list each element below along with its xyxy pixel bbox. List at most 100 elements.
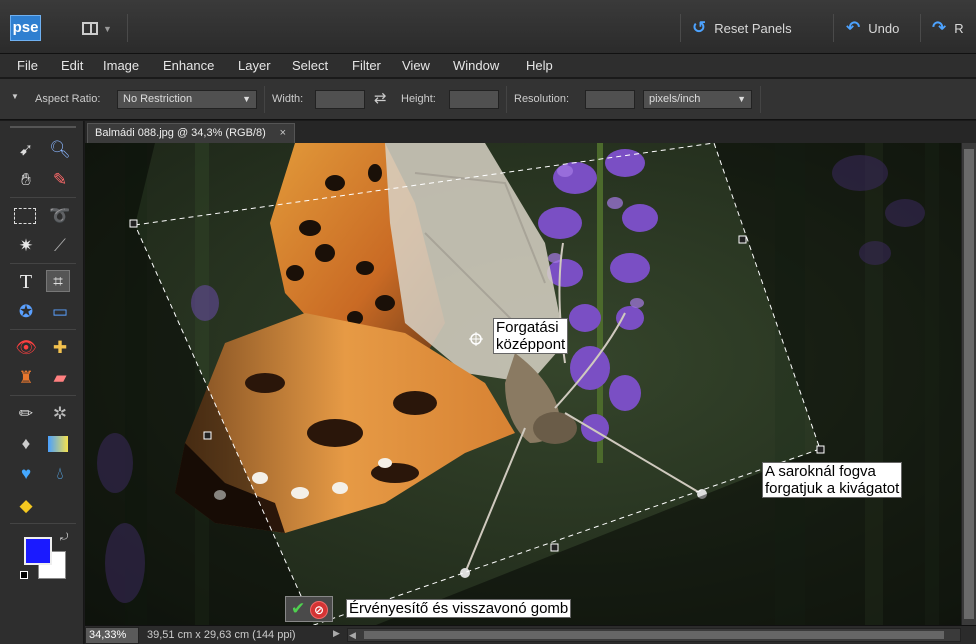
annotation-line: Érvényesítő és visszavonó gomb (349, 600, 569, 617)
annotation-line: A saroknál fogva (765, 463, 876, 480)
divider (264, 86, 265, 113)
divider (506, 86, 507, 113)
move-icon[interactable]: ➹ (14, 139, 38, 161)
divider (10, 395, 76, 396)
menu-window[interactable]: Window (453, 58, 499, 73)
marquee-icon[interactable] (14, 208, 36, 224)
cookie-cutter-icon[interactable]: ✪ (14, 301, 38, 323)
menu-view[interactable]: View (402, 58, 430, 73)
paint-bucket-icon[interactable]: ♦ (14, 433, 38, 455)
document-tab-bar: Balmádi 088.jpg @ 34,3% (RGB/8) × (85, 121, 976, 143)
chevron-down-icon[interactable]: ▼ (103, 24, 112, 34)
menu-enhance[interactable]: Enhance (163, 58, 214, 73)
sponge-icon[interactable]: ◆ (14, 495, 38, 517)
height-label: Height: (401, 93, 436, 105)
options-menu-icon[interactable]: ▼ (11, 92, 19, 101)
hand-icon[interactable]: ✋︎ (14, 169, 38, 191)
status-menu-arrow-icon[interactable]: ▶ (333, 628, 340, 639)
impressionist-brush-icon[interactable]: ✲ (48, 403, 72, 425)
tool-options-bar: ▼ Aspect Ratio: No Restriction ▼ Width: … (0, 79, 976, 120)
quick-selection-icon[interactable]: ⟋ (48, 235, 72, 257)
resolution-label: Resolution: (514, 93, 570, 105)
annotation-line: középpont (496, 336, 566, 353)
swap-colors-icon[interactable]: ⤾ (60, 532, 68, 543)
resolution-unit-select[interactable]: pixels/inch ▼ (643, 90, 752, 109)
custom-shape-icon[interactable]: ♥ (14, 463, 38, 485)
document-tab-title: Balmádi 088.jpg @ 34,3% (RGB/8) (95, 127, 266, 139)
menu-image[interactable]: Image (103, 58, 139, 73)
blur-icon[interactable]: 💧︎ (48, 463, 72, 485)
height-field[interactable] (449, 90, 499, 109)
divider (127, 14, 128, 42)
annotation-corner-rotate: A saroknál fogva forgatjuk a kivágatot (762, 462, 903, 498)
chevron-down-icon: ▼ (242, 94, 251, 104)
swap-dimensions-icon[interactable]: ⇄ (374, 89, 387, 107)
eyedropper-icon[interactable]: ✎ (48, 169, 72, 191)
divider (10, 197, 76, 198)
resolution-field[interactable] (585, 90, 635, 109)
status-bar: 34,33% 39,51 cm x 29,63 cm (144 ppi) ▶ ◀ (85, 625, 976, 644)
menu-file[interactable]: File (17, 58, 38, 73)
layout-grid-icon[interactable] (82, 22, 98, 35)
scroll-left-icon[interactable]: ◀ (349, 629, 356, 641)
undo-button[interactable]: ↶ Undo (846, 18, 899, 38)
commit-button[interactable]: ✔ (291, 599, 305, 619)
toolbox: ➹ 🔍︎ ✋︎ ✎ ➰ ✷ ⟋ T ⌗ ✪ ▭ 👁︎ ✚ ♜ ▰ ✏︎ ✲ ♦ … (0, 121, 84, 644)
horizontal-scrollbar[interactable]: ◀ (347, 628, 961, 642)
menu-help[interactable]: Help (526, 58, 553, 73)
crop-icon[interactable]: ⌗ (46, 270, 70, 292)
default-colors-icon[interactable] (20, 571, 28, 579)
eraser-icon[interactable]: ▰ (48, 367, 72, 389)
brush-icon[interactable]: ✏︎ (14, 403, 38, 425)
butterfly-photo (85, 143, 961, 625)
crop-commit-controls: ✔ ⊘ (285, 596, 333, 622)
redo-button[interactable]: ↷ R (932, 18, 964, 38)
toolbox-grip[interactable] (10, 126, 76, 128)
magic-wand-icon[interactable]: ✷ (14, 235, 38, 257)
gradient-icon[interactable] (48, 436, 68, 452)
document-info: 39,51 cm x 29,63 cm (144 ppi) (147, 629, 296, 641)
width-label: Width: (272, 93, 304, 105)
application-bar: pse ▼ ↺ Reset Panels ↶ Undo ↷ R (0, 0, 976, 54)
width-field[interactable] (315, 90, 365, 109)
menu-edit[interactable]: Edit (61, 58, 83, 73)
red-eye-icon[interactable]: 👁︎ (14, 337, 38, 359)
annotation-rotation-center: Forgatási középpont (493, 318, 569, 354)
redo-icon: ↷ (932, 18, 947, 37)
straighten-icon[interactable]: ▭ (48, 301, 72, 323)
divider (920, 14, 921, 42)
divider (10, 263, 76, 264)
undo-label: Undo (868, 21, 900, 36)
type-icon[interactable]: T (14, 271, 38, 293)
clone-stamp-icon[interactable]: ♜ (14, 367, 38, 389)
foreground-color-swatch[interactable] (24, 537, 52, 565)
menu-select[interactable]: Select (292, 58, 328, 73)
cancel-button[interactable]: ⊘ (310, 601, 328, 619)
annotation-line: Forgatási (496, 319, 559, 336)
healing-brush-icon[interactable]: ✚ (48, 337, 72, 359)
annotation-line: forgatjuk a kivágatot (765, 480, 900, 497)
horizontal-scroll-thumb[interactable] (364, 631, 944, 639)
zoom-field[interactable]: 34,33% (85, 627, 139, 644)
undo-icon: ↶ (846, 18, 861, 37)
divider (760, 86, 761, 113)
vertical-scroll-thumb[interactable] (964, 149, 974, 619)
vertical-scrollbar[interactable] (961, 143, 976, 625)
menu-filter[interactable]: Filter (352, 58, 381, 73)
divider (833, 14, 834, 42)
reset-panels-button[interactable]: ↺ Reset Panels (692, 18, 792, 38)
app-logo: pse (10, 15, 41, 41)
divider (10, 329, 76, 330)
lasso-icon[interactable]: ➰ (48, 205, 72, 227)
close-icon[interactable]: × (280, 124, 286, 142)
resolution-unit-value: pixels/inch (649, 93, 701, 105)
image-canvas[interactable] (85, 143, 961, 625)
divider (680, 14, 681, 42)
menu-layer[interactable]: Layer (238, 58, 271, 73)
annotation-commit-cancel: Érvényesítő és visszavonó gomb (346, 599, 572, 618)
chevron-down-icon: ▼ (737, 94, 746, 104)
menu-bar: File Edit Image Enhance Layer Select Fil… (0, 54, 976, 78)
aspect-ratio-select[interactable]: No Restriction ▼ (117, 90, 257, 109)
document-tab[interactable]: Balmádi 088.jpg @ 34,3% (RGB/8) × (87, 123, 295, 143)
zoom-icon[interactable]: 🔍︎ (48, 139, 72, 161)
